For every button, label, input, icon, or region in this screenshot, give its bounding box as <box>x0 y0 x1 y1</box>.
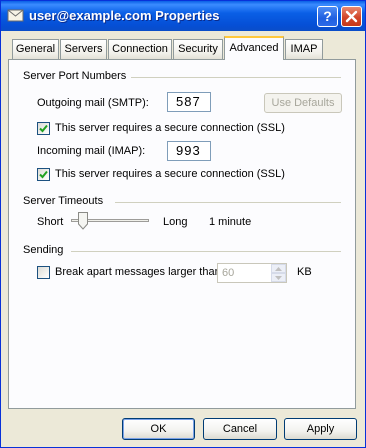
break-apart-checkbox[interactable] <box>37 266 50 279</box>
help-button[interactable]: ? <box>317 6 338 27</box>
timeout-slider-thumb[interactable] <box>78 212 88 230</box>
close-button[interactable] <box>341 6 362 27</box>
spin-down-button[interactable] <box>271 273 286 282</box>
ok-button[interactable]: OK <box>122 418 195 440</box>
spin-up-button[interactable] <box>271 264 286 273</box>
outgoing-port-label: Outgoing mail (SMTP): <box>37 97 149 109</box>
tab-connection[interactable]: Connection <box>108 39 172 59</box>
tab-advanced[interactable]: Advanced <box>224 36 284 60</box>
advanced-tab-panel: Server Port Numbers Outgoing mail (SMTP)… <box>8 59 356 409</box>
outgoing-ssl-checkbox[interactable] <box>37 122 50 135</box>
checkmark-icon <box>39 124 48 133</box>
window-title: user@example.com Properties <box>29 8 220 23</box>
title-bar[interactable]: user@example.com Properties ? <box>1 1 365 31</box>
tab-servers[interactable]: Servers <box>60 39 107 59</box>
timeout-value: 1 minute <box>209 216 252 228</box>
timeout-long-label: Long <box>163 216 188 228</box>
outgoing-ssl-label[interactable]: This server requires a secure connection… <box>55 122 285 134</box>
use-defaults-button[interactable]: Use Defaults <box>264 93 342 113</box>
chevron-up-icon <box>275 266 282 271</box>
incoming-port-input[interactable]: 993 <box>167 141 211 161</box>
divider <box>71 251 341 252</box>
sending-group-label: Sending <box>23 244 64 256</box>
incoming-port-label: Incoming mail (IMAP): <box>37 145 146 157</box>
tab-imap[interactable]: IMAP <box>285 39 323 59</box>
cancel-button[interactable]: Cancel <box>203 418 277 440</box>
break-apart-label[interactable]: Break apart messages larger than <box>55 266 221 278</box>
close-icon <box>345 10 358 23</box>
incoming-ssl-label[interactable]: This server requires a secure connection… <box>55 168 285 180</box>
tab-security[interactable]: Security <box>173 39 223 59</box>
tab-general[interactable]: General <box>12 39 59 59</box>
server-ports-group-label: Server Port Numbers <box>23 70 127 82</box>
account-icon <box>7 9 24 22</box>
timeout-short-label: Short <box>37 216 64 228</box>
divider <box>131 77 341 78</box>
properties-dialog: user@example.com Properties ? General Se… <box>0 0 366 448</box>
apply-button[interactable]: Apply <box>284 418 357 440</box>
divider <box>115 202 341 203</box>
message-size-spinner[interactable]: 60 <box>217 263 287 283</box>
timeouts-group-label: Server Timeouts <box>23 195 104 207</box>
message-size-value: 60 <box>222 267 235 279</box>
incoming-ssl-checkbox[interactable] <box>37 168 50 181</box>
size-unit-label: KB <box>297 266 312 278</box>
checkmark-icon <box>39 170 48 179</box>
outgoing-port-input[interactable]: 587 <box>167 92 211 112</box>
chevron-down-icon <box>275 275 282 280</box>
